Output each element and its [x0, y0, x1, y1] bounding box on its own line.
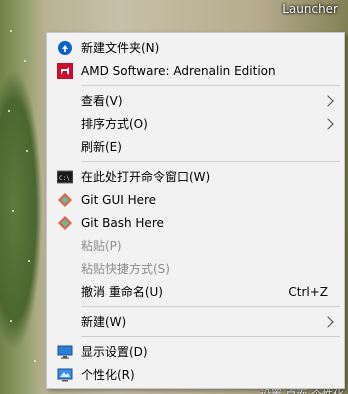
menu-item-git-bash[interactable]: Git Bash Here [47, 211, 344, 235]
cactus-spine [28, 260, 30, 262]
menu-item-label: 排序方式(O) [81, 117, 148, 131]
menu-item-label: 新建文件夹(N) [81, 41, 160, 55]
menu-item-label: Git Bash Here [81, 216, 164, 230]
cactus-spine [8, 110, 10, 112]
menu-separator [81, 161, 340, 162]
cactus-spine [10, 320, 12, 322]
cactus-spine [24, 60, 26, 62]
menu-item-git-gui[interactable]: Git GUI Here [47, 188, 344, 212]
menu-item-amd-software[interactable]: AMD Software: Adrenalin Edition [47, 59, 344, 83]
menu-item-label: 新建(W) [81, 315, 127, 329]
chevron-right-icon [322, 95, 334, 107]
personalize-icon [57, 368, 73, 382]
menu-item-display-settings[interactable]: 显示设置(D) [47, 340, 344, 364]
menu-item-paste-shortcut[interactable]: 粘贴快捷方式(S) [47, 257, 344, 281]
menu-separator [81, 306, 340, 307]
context-menu: 新建文件夹(N) AMD Software: Adrenalin Edition… [46, 32, 345, 389]
menu-item-label: 撤消 重命名(U) [81, 285, 163, 299]
chevron-right-icon [322, 316, 334, 328]
cactus-spine [26, 150, 28, 152]
chevron-right-icon [322, 118, 334, 130]
menu-item-view[interactable]: 查看(V) [47, 89, 344, 113]
git-bash-icon [58, 216, 72, 230]
git-gui-icon [58, 193, 72, 207]
menu-item-label: 粘贴(P) [81, 239, 122, 253]
menu-item-label: 粘贴快捷方式(S) [81, 262, 170, 276]
menu-item-label: 刷新(E) [81, 140, 122, 154]
amd-logo-icon [57, 63, 73, 79]
svg-text:C:\: C:\ [59, 175, 70, 182]
menu-item-label: 个性化(R) [81, 368, 135, 382]
menu-item-personalize[interactable]: 个性化(R) [47, 363, 344, 387]
menu-item-paste[interactable]: 粘贴(P) [47, 234, 344, 258]
menu-separator [81, 336, 340, 337]
menu-item-label: 在此处打开命令窗口(W) [81, 170, 211, 184]
cactus-spine [10, 30, 12, 32]
menu-item-new-folder[interactable]: 新建文件夹(N) [47, 36, 344, 60]
new-folder-icon [58, 41, 72, 55]
menu-separator [81, 85, 340, 86]
menu-item-refresh[interactable]: 刷新(E) [47, 135, 344, 159]
menu-item-sort-by[interactable]: 排序方式(O) [47, 112, 344, 136]
cactus-spine [12, 210, 14, 212]
menu-item-label: 显示设置(D) [81, 345, 148, 359]
desktop-icon-launcher-label[interactable]: Launcher [282, 2, 338, 16]
menu-item-undo-rename[interactable]: 撤消 重命名(U) Ctrl+Z [47, 280, 344, 304]
cactus-spine [34, 360, 36, 362]
menu-item-label: Git GUI Here [81, 193, 157, 207]
display-icon [57, 345, 73, 359]
menu-item-label: AMD Software: Adrenalin Edition [81, 64, 276, 78]
menu-item-open-cmd[interactable]: C:\ 在此处打开命令窗口(W) [47, 165, 344, 189]
menu-item-label: 查看(V) [81, 94, 123, 108]
keyboard-shortcut: Ctrl+Z [288, 285, 328, 299]
cmd-icon: C:\ [57, 170, 73, 184]
menu-item-new[interactable]: 新建(W) [47, 310, 344, 334]
